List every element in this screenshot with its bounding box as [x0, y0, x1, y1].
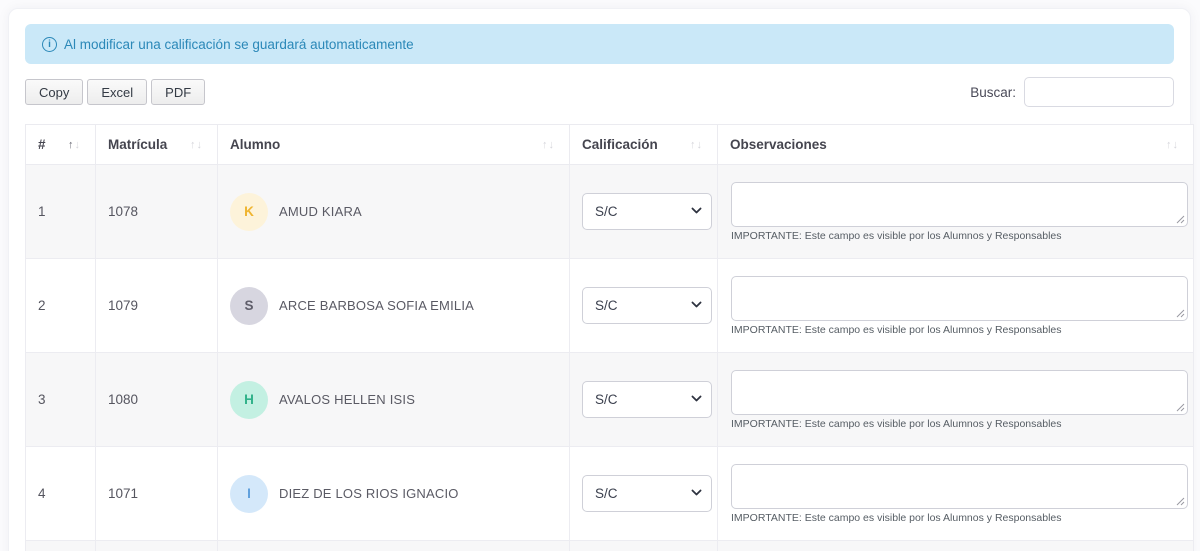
- matricula-cell: 1080: [95, 352, 218, 447]
- observation-textarea[interactable]: [731, 181, 1188, 227]
- column-label: #: [38, 137, 46, 152]
- excel-button[interactable]: Excel: [87, 79, 148, 105]
- row-number: 2: [38, 298, 46, 313]
- column-label: Matrícula: [108, 137, 168, 152]
- grade-cell: S/C: [569, 446, 718, 541]
- table-row: 1 1078 K AMUD KIARA S/C IMPORTANTE: Este…: [25, 164, 1194, 259]
- row-number-cell: 4: [25, 446, 96, 541]
- search-box: Buscar:: [970, 77, 1174, 107]
- row-number-cell: 3: [25, 352, 96, 447]
- observation-cell: IMPORTANTE: Este campo es visible por lo…: [717, 540, 1194, 551]
- info-icon: i: [42, 36, 57, 52]
- row-number: 3: [38, 392, 46, 407]
- student-name: ARCE BARBOSA SOFIA EMILIA: [279, 298, 475, 313]
- column-label: Observaciones: [730, 137, 827, 152]
- autosave-info-banner: i Al modificar una calificación se guard…: [25, 24, 1174, 64]
- table-toolbar: Copy Excel PDF Buscar:: [25, 77, 1174, 107]
- matricula-value: 1078: [108, 204, 139, 219]
- observation-cell: IMPORTANTE: Este campo es visible por lo…: [717, 352, 1194, 447]
- observation-textarea[interactable]: [731, 275, 1188, 321]
- table-body: 1 1078 K AMUD KIARA S/C IMPORTANTE: Este…: [25, 164, 1194, 551]
- student-name: AMUD KIARA: [279, 204, 362, 219]
- grade-select[interactable]: S/C: [582, 475, 712, 512]
- row-number-cell: [25, 540, 96, 551]
- grade-select[interactable]: S/C: [582, 193, 712, 230]
- avatar: I: [230, 474, 268, 513]
- matricula-cell: [95, 540, 218, 551]
- table-row: S/C IMPORTANTE: Este campo es visible po…: [25, 540, 1194, 551]
- avatar: K: [230, 192, 268, 231]
- copy-button[interactable]: Copy: [25, 79, 84, 105]
- observation-note: IMPORTANTE: Este campo es visible por lo…: [731, 511, 1062, 524]
- export-buttons: Copy Excel PDF: [25, 79, 206, 105]
- student-cell: [217, 540, 570, 551]
- sort-arrows-icon[interactable]: ↑↓: [1166, 139, 1179, 151]
- sort-arrows-icon[interactable]: ↑↓: [690, 139, 703, 151]
- observation-textarea[interactable]: [731, 463, 1188, 509]
- observation-cell: IMPORTANTE: Este campo es visible por lo…: [717, 164, 1194, 259]
- sort-arrows-icon[interactable]: ↑↓: [542, 139, 555, 151]
- student-cell: K AMUD KIARA: [217, 164, 570, 259]
- observation-cell: IMPORTANTE: Este campo es visible por lo…: [717, 446, 1194, 541]
- column-header-2[interactable]: Alumno ↑↓: [217, 124, 570, 165]
- matricula-value: 1080: [108, 392, 139, 407]
- table-row: 4 1071 I DIEZ DE LOS RIOS IGNACIO S/C IM…: [25, 446, 1194, 541]
- sort-arrows-icon[interactable]: ↑↓: [190, 139, 203, 151]
- avatar: S: [230, 286, 268, 325]
- autosave-info-text: Al modificar una calificación se guardar…: [64, 36, 414, 52]
- search-label: Buscar:: [970, 84, 1016, 100]
- matricula-cell: 1078: [95, 164, 218, 259]
- grades-panel: i Al modificar una calificación se guard…: [8, 8, 1194, 551]
- table-row: 3 1080 H AVALOS HELLEN ISIS S/C IMPORTAN…: [25, 352, 1194, 447]
- grade-cell: S/C: [569, 164, 718, 259]
- table-header-row: # ↑↓ Matrícula ↑↓ Alumno ↑↓ Calificación ↑↓ Obse…: [25, 124, 1194, 165]
- grade-select[interactable]: S/C: [582, 287, 712, 324]
- search-input[interactable]: [1024, 77, 1174, 107]
- row-number: 4: [38, 486, 46, 501]
- matricula-value: 1079: [108, 298, 139, 313]
- student-name: DIEZ DE LOS RIOS IGNACIO: [279, 486, 459, 501]
- pdf-button[interactable]: PDF: [151, 79, 206, 105]
- grade-cell: S/C: [569, 540, 718, 551]
- student-cell: H AVALOS HELLEN ISIS: [217, 352, 570, 447]
- grades-table: # ↑↓ Matrícula ↑↓ Alumno ↑↓ Calificación ↑↓ Obse…: [25, 124, 1194, 551]
- column-header-4[interactable]: Observaciones ↑↓: [717, 124, 1194, 165]
- student-cell: S ARCE BARBOSA SOFIA EMILIA: [217, 258, 570, 353]
- matricula-cell: 1071: [95, 446, 218, 541]
- row-number: 1: [38, 204, 46, 219]
- grade-cell: S/C: [569, 352, 718, 447]
- student-cell: I DIEZ DE LOS RIOS IGNACIO: [217, 446, 570, 541]
- avatar: H: [230, 380, 268, 419]
- matricula-cell: 1079: [95, 258, 218, 353]
- table-row: 2 1079 S ARCE BARBOSA SOFIA EMILIA S/C I…: [25, 258, 1194, 353]
- column-header-1[interactable]: Matrícula ↑↓: [95, 124, 218, 165]
- column-label: Calificación: [582, 137, 658, 152]
- observation-textarea[interactable]: [731, 369, 1188, 415]
- column-label: Alumno: [230, 137, 281, 152]
- row-number-cell: 2: [25, 258, 96, 353]
- observation-note: IMPORTANTE: Este campo es visible por lo…: [731, 323, 1062, 336]
- observation-note: IMPORTANTE: Este campo es visible por lo…: [731, 229, 1062, 242]
- column-header-3[interactable]: Calificación ↑↓: [569, 124, 718, 165]
- student-name: AVALOS HELLEN ISIS: [279, 392, 416, 407]
- grade-cell: S/C: [569, 258, 718, 353]
- observation-note: IMPORTANTE: Este campo es visible por lo…: [731, 417, 1062, 430]
- sort-arrows-icon[interactable]: ↑↓: [68, 139, 81, 151]
- matricula-value: 1071: [108, 486, 139, 501]
- grade-select[interactable]: S/C: [582, 381, 712, 418]
- observation-cell: IMPORTANTE: Este campo es visible por lo…: [717, 258, 1194, 353]
- column-header-0[interactable]: # ↑↓: [25, 124, 96, 165]
- row-number-cell: 1: [25, 164, 96, 259]
